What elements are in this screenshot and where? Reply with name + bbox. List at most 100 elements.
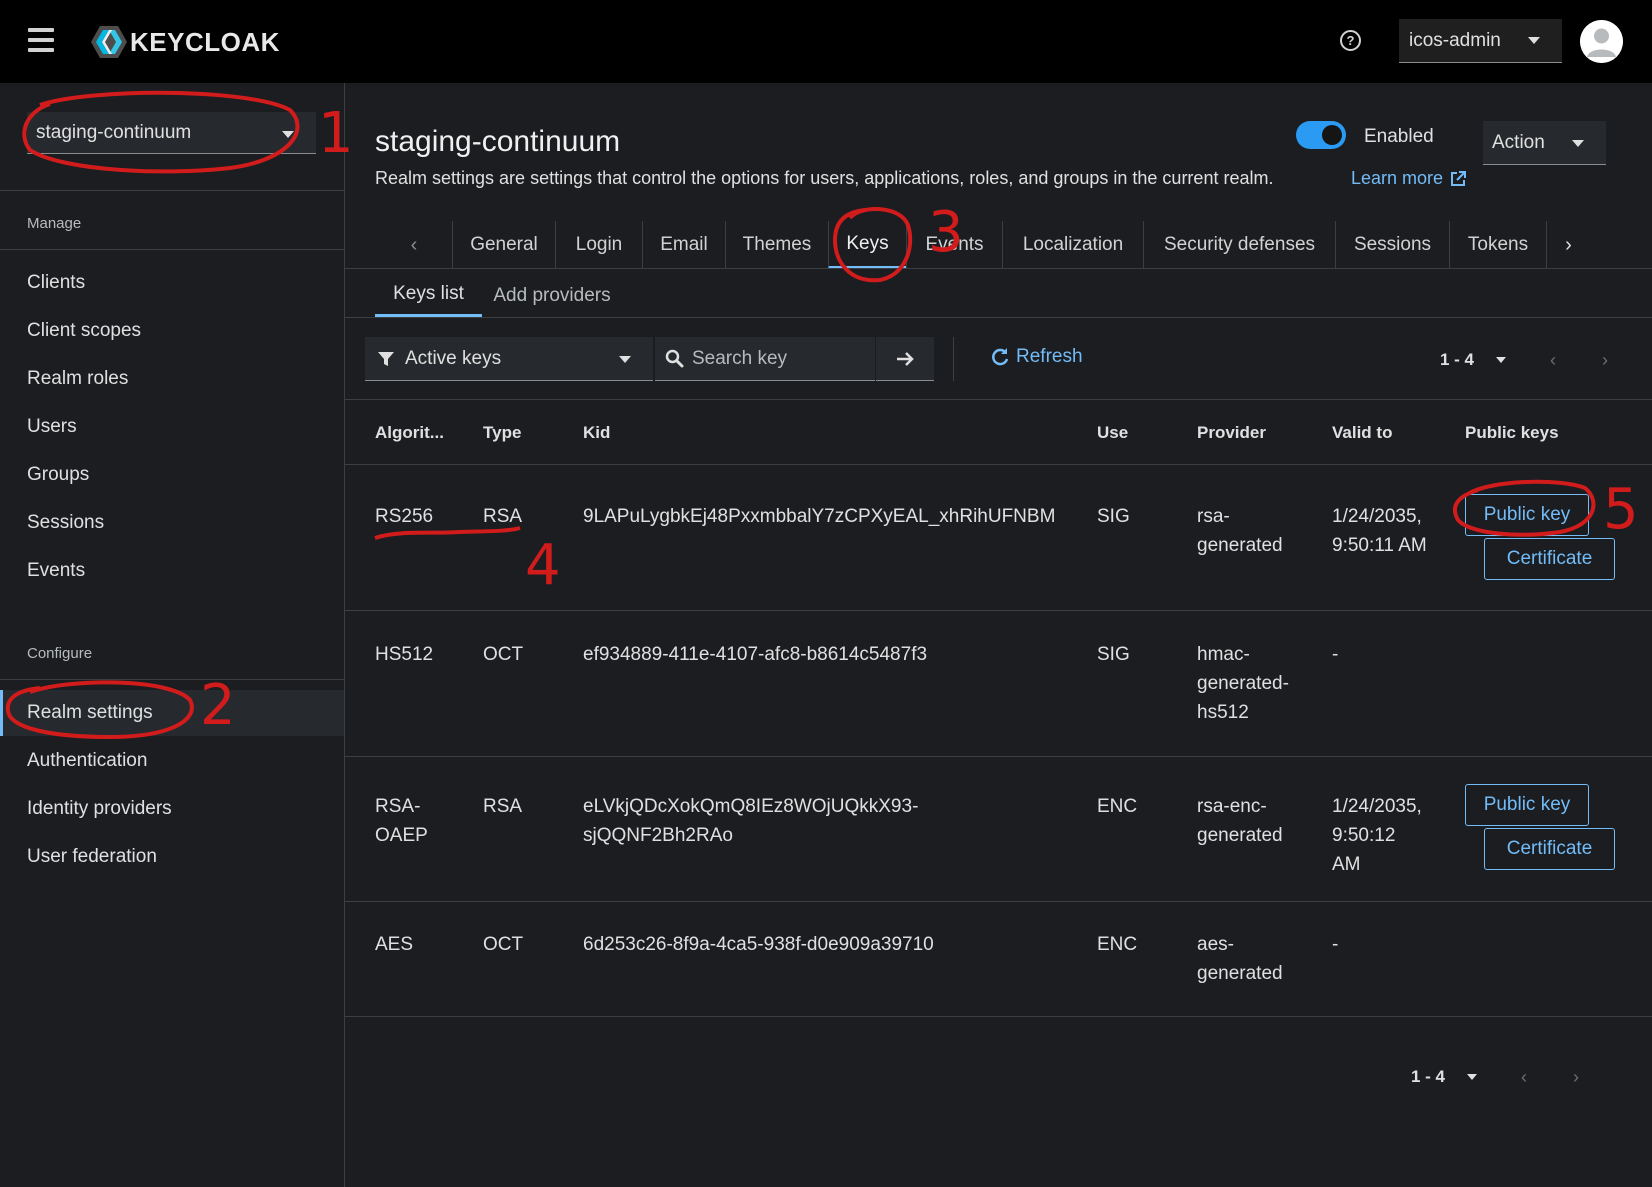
arrow-right-icon bbox=[897, 351, 914, 366]
realm-selector[interactable]: staging-continuum bbox=[27, 112, 316, 154]
caret-down-icon bbox=[1528, 37, 1540, 44]
divider bbox=[345, 756, 1652, 757]
action-dropdown[interactable]: Action bbox=[1483, 121, 1606, 165]
tab-login[interactable]: Login bbox=[555, 221, 642, 269]
divider bbox=[0, 679, 345, 680]
divider bbox=[345, 464, 1652, 465]
subtab-add-providers[interactable]: Add providers bbox=[487, 274, 617, 317]
cell-type: OCT bbox=[483, 644, 524, 665]
next-page-icon[interactable]: › bbox=[1573, 1067, 1579, 1088]
sidebar-item-sessions[interactable]: Sessions bbox=[0, 500, 344, 546]
tab-email[interactable]: Email bbox=[642, 221, 725, 269]
subtab-keys-list[interactable]: Keys list bbox=[375, 274, 482, 317]
cell-type: OCT bbox=[483, 934, 524, 955]
column-header-provider[interactable]: Provider bbox=[1197, 423, 1266, 443]
keycloak-logo[interactable]: KEYCLOAK bbox=[90, 24, 280, 60]
avatar[interactable] bbox=[1580, 20, 1623, 63]
tab-sessions[interactable]: Sessions bbox=[1335, 221, 1449, 269]
cell-type: RSA bbox=[483, 796, 523, 817]
cell-provider: hmac- generated- hs512 bbox=[1197, 644, 1289, 723]
pagination-count[interactable]: 1 - 4 bbox=[1411, 1067, 1445, 1087]
cell-provider: aes- generated bbox=[1197, 934, 1283, 984]
caret-down-icon bbox=[619, 356, 631, 363]
search-submit-button[interactable] bbox=[876, 337, 934, 381]
divider bbox=[345, 1016, 1652, 1017]
tab-localization[interactable]: Localization bbox=[1002, 221, 1143, 269]
sidebar-item-users[interactable]: Users bbox=[0, 404, 344, 450]
cell-provider: rsa-enc- generated bbox=[1197, 796, 1283, 846]
tab-themes[interactable]: Themes bbox=[725, 221, 828, 269]
next-page-icon[interactable]: › bbox=[1602, 350, 1608, 371]
tab-general[interactable]: General bbox=[452, 221, 555, 269]
refresh-icon bbox=[992, 348, 1009, 366]
tab-scroll-left-icon[interactable]: ‹ bbox=[375, 221, 453, 269]
tab-tokens[interactable]: Tokens bbox=[1449, 221, 1547, 269]
user-menu-dropdown[interactable]: icos-admin bbox=[1399, 19, 1562, 63]
column-header-kid[interactable]: Kid bbox=[583, 423, 610, 443]
pagination-count[interactable]: 1 - 4 bbox=[1440, 350, 1474, 370]
search-key-input[interactable] bbox=[692, 347, 862, 370]
refresh-label: Refresh bbox=[1016, 346, 1083, 367]
cell-valid-to: - bbox=[1332, 934, 1339, 955]
tab-scroll-right-icon[interactable]: › bbox=[1547, 221, 1590, 269]
sidebar-item-clients[interactable]: Clients bbox=[0, 260, 344, 306]
sidebar-item-groups[interactable]: Groups bbox=[0, 452, 344, 498]
enabled-toggle[interactable] bbox=[1296, 121, 1346, 149]
divider bbox=[0, 190, 345, 191]
sidebar-item-realm-settings[interactable]: Realm settings bbox=[0, 690, 344, 736]
pagination-top: 1 - 4 ‹ › bbox=[1440, 345, 1608, 375]
pagination-bottom: 1 - 4 ‹ › bbox=[1411, 1062, 1579, 1092]
cell-kid: eLVkjQDcXokQmQ8IEz8WOjUQkkX93- sjQQNF2Bh… bbox=[583, 796, 919, 846]
cell-valid-to: 1/24/2035, 9:50:11 AM bbox=[1332, 506, 1427, 556]
annotation-number-2: 2 bbox=[200, 673, 236, 738]
sidebar-item-user-federation[interactable]: User federation bbox=[0, 834, 344, 880]
divider bbox=[345, 610, 1652, 611]
cell-kid: 9LAPuLygbkEj48PxxmbbalY7zCPXyEAL_xhRihUF… bbox=[583, 506, 1056, 527]
annotation-number-3: 3 bbox=[928, 200, 964, 265]
search-key-box[interactable] bbox=[655, 337, 875, 381]
column-header-valid-to[interactable]: Valid to bbox=[1332, 423, 1392, 443]
sidebar-item-client-scopes[interactable]: Client scopes bbox=[0, 308, 344, 354]
learn-more-link[interactable]: Learn more bbox=[1351, 168, 1467, 189]
help-icon[interactable]: ? bbox=[1340, 30, 1361, 51]
public-key-button[interactable]: Public key bbox=[1465, 494, 1589, 536]
sidebar: staging-continuum Manage Clients Client … bbox=[0, 83, 345, 1187]
prev-page-icon[interactable]: ‹ bbox=[1521, 1067, 1527, 1088]
cell-use: SIG bbox=[1097, 644, 1130, 665]
cell-kid: 6d253c26-8f9a-4ca5-938f-d0e909a39710 bbox=[583, 934, 934, 955]
column-header-algorithm[interactable]: Algorit... bbox=[375, 423, 444, 443]
cell-algorithm: AES bbox=[375, 934, 414, 955]
sidebar-item-events[interactable]: Events bbox=[0, 548, 344, 594]
certificate-button[interactable]: Certificate bbox=[1484, 828, 1615, 870]
divider bbox=[345, 268, 1652, 269]
page-description: Realm settings are settings that control… bbox=[375, 168, 1274, 188]
search-icon bbox=[665, 349, 684, 368]
caret-down-icon[interactable] bbox=[1467, 1074, 1478, 1080]
cell-use: SIG bbox=[1097, 506, 1130, 527]
sidebar-item-authentication[interactable]: Authentication bbox=[0, 738, 344, 784]
certificate-button[interactable]: Certificate bbox=[1484, 538, 1615, 580]
prev-page-icon[interactable]: ‹ bbox=[1550, 350, 1556, 371]
caret-down-icon[interactable] bbox=[1496, 357, 1507, 363]
cell-use: ENC bbox=[1097, 934, 1138, 955]
hamburger-menu-icon[interactable] bbox=[28, 28, 54, 52]
sidebar-item-realm-roles[interactable]: Realm roles bbox=[0, 356, 344, 402]
cell-algorithm: RSA- OAEP bbox=[375, 796, 428, 846]
realm-name: staging-continuum bbox=[36, 121, 192, 143]
column-header-type[interactable]: Type bbox=[483, 423, 521, 443]
sidebar-item-identity-providers[interactable]: Identity providers bbox=[0, 786, 344, 832]
refresh-button[interactable]: Refresh bbox=[990, 346, 1083, 368]
cell-kid: ef934889-411e-4107-afc8-b8614c5487f3 bbox=[583, 644, 928, 665]
filter-icon bbox=[378, 351, 394, 366]
section-configure-label: Configure bbox=[27, 645, 93, 662]
annotation-number-1: 1 bbox=[318, 101, 354, 166]
learn-more-label: Learn more bbox=[1351, 168, 1444, 188]
public-key-button[interactable]: Public key bbox=[1465, 784, 1589, 826]
column-header-public-keys: Public keys bbox=[1465, 423, 1559, 442]
caret-down-icon bbox=[282, 131, 294, 138]
column-header-use[interactable]: Use bbox=[1097, 423, 1128, 443]
key-filter-dropdown[interactable]: Active keys bbox=[365, 337, 653, 381]
tab-keys[interactable]: Keys bbox=[828, 221, 906, 269]
tab-security-defenses[interactable]: Security defenses bbox=[1143, 221, 1335, 269]
cell-algorithm: RS256 bbox=[375, 506, 434, 527]
